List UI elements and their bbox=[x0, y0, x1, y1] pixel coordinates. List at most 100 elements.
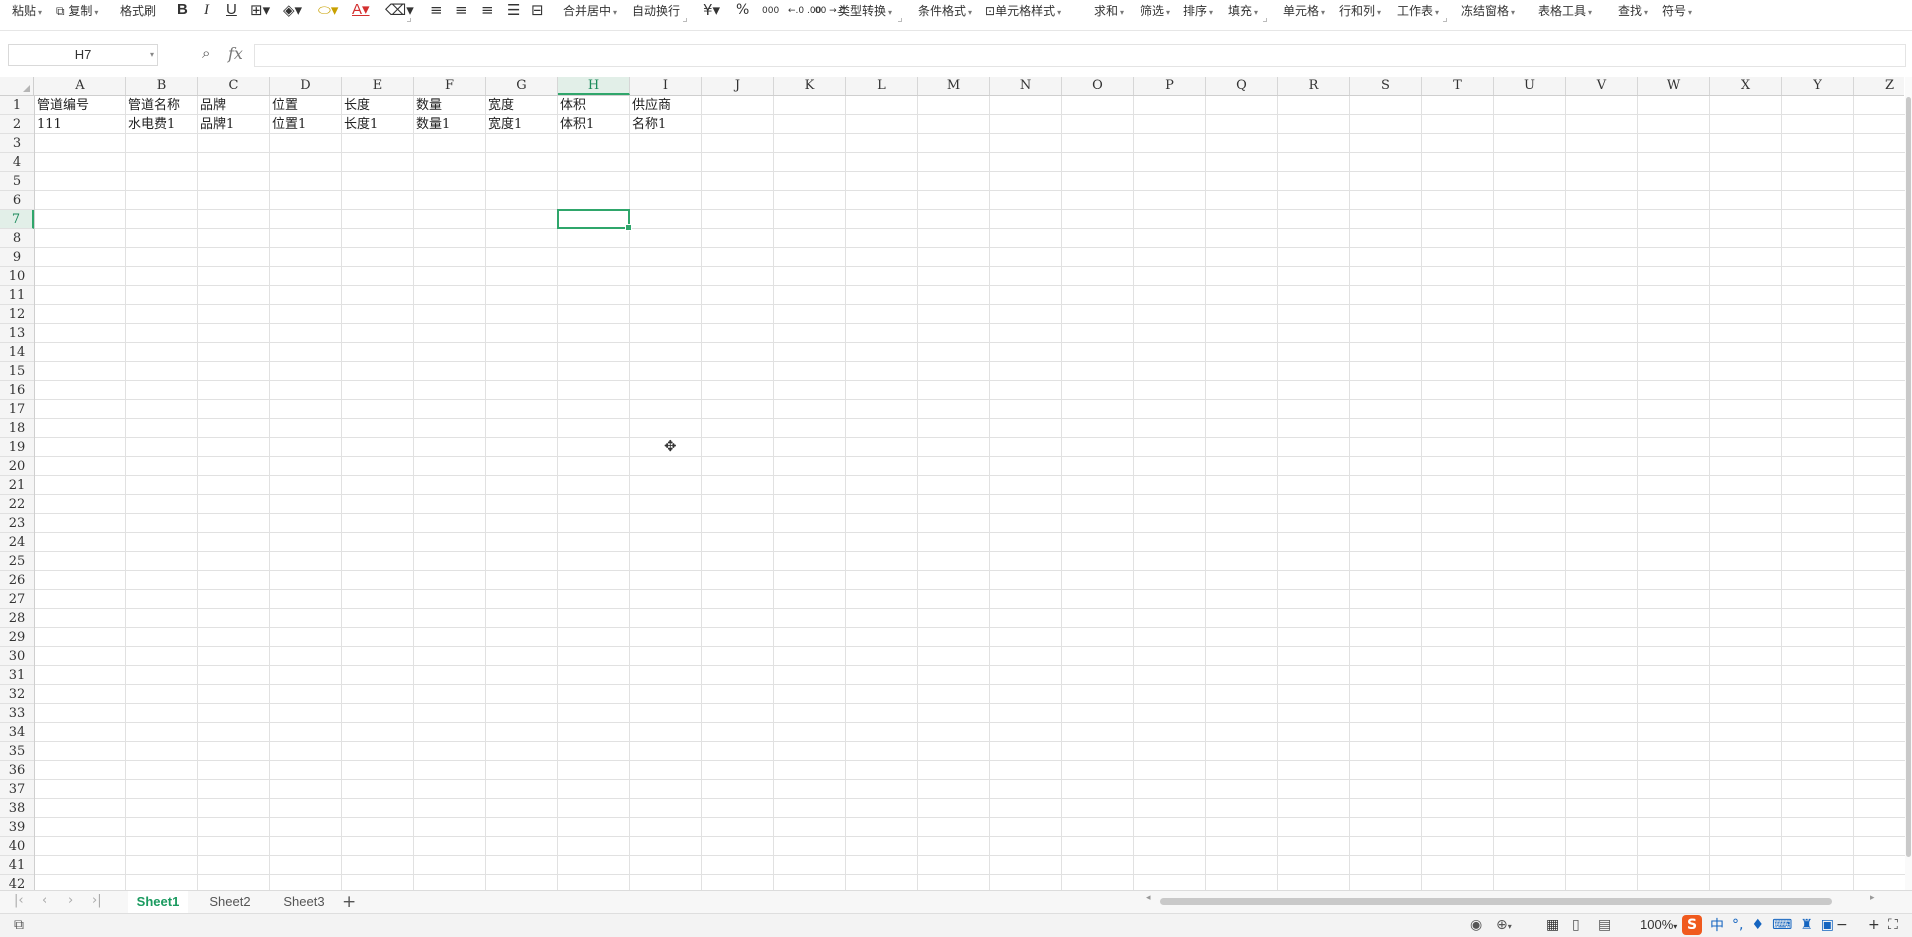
row-header-40[interactable]: 40 bbox=[0, 837, 34, 856]
column-header-g[interactable]: G bbox=[486, 77, 558, 95]
row-header-33[interactable]: 33 bbox=[0, 704, 34, 723]
row-header-28[interactable]: 28 bbox=[0, 609, 34, 628]
column-header-f[interactable]: F bbox=[414, 77, 486, 95]
cell-g2[interactable]: 宽度1 bbox=[486, 115, 557, 134]
row-header-32[interactable]: 32 bbox=[0, 685, 34, 704]
select-all-corner[interactable] bbox=[0, 77, 34, 95]
highlight-icon[interactable]: ⬭▾ bbox=[318, 1, 338, 21]
fill-button[interactable]: 填充 ▾ bbox=[1228, 2, 1258, 22]
cell-i1[interactable]: 供应商 bbox=[630, 96, 701, 115]
cell-b2[interactable]: 水电费1 bbox=[126, 115, 197, 134]
cell-h2[interactable]: 体积1 bbox=[558, 115, 629, 134]
column-header-n[interactable]: N bbox=[990, 77, 1062, 95]
row-header-42[interactable]: 42 bbox=[0, 875, 34, 890]
row-header-2[interactable]: 2 bbox=[0, 115, 34, 134]
row-header-20[interactable]: 20 bbox=[0, 457, 34, 476]
column-header-h[interactable]: H bbox=[558, 77, 630, 95]
row-header-1[interactable]: 1 bbox=[0, 96, 34, 115]
formula-input[interactable] bbox=[254, 44, 1906, 67]
column-header-x[interactable]: X bbox=[1710, 77, 1782, 95]
layout-icon[interactable]: ⊕▾ bbox=[1496, 916, 1512, 936]
cell-c1[interactable]: 品牌 bbox=[198, 96, 269, 115]
column-header-t[interactable]: T bbox=[1422, 77, 1494, 95]
cell-d2[interactable]: 位置1 bbox=[270, 115, 341, 134]
row-header-9[interactable]: 9 bbox=[0, 248, 34, 267]
row-header-37[interactable]: 37 bbox=[0, 780, 34, 799]
row-header-35[interactable]: 35 bbox=[0, 742, 34, 761]
column-header-d[interactable]: D bbox=[270, 77, 342, 95]
row-header-5[interactable]: 5 bbox=[0, 172, 34, 191]
row-header-23[interactable]: 23 bbox=[0, 514, 34, 533]
zoom-out-icon[interactable]: − bbox=[1836, 916, 1848, 934]
ime-logo[interactable]: S bbox=[1682, 915, 1702, 935]
row-header-16[interactable]: 16 bbox=[0, 381, 34, 400]
fill-color-icon[interactable]: ◈▾ bbox=[283, 1, 302, 21]
row-header-15[interactable]: 15 bbox=[0, 362, 34, 381]
copy-button[interactable]: ⧉ 复制 ▾ bbox=[56, 2, 98, 22]
justify-icon[interactable]: ☰ bbox=[507, 1, 520, 21]
active-cell-h7[interactable] bbox=[557, 209, 632, 231]
row-header-25[interactable]: 25 bbox=[0, 552, 34, 571]
column-header-s[interactable]: S bbox=[1350, 77, 1422, 95]
row-header-12[interactable]: 12 bbox=[0, 305, 34, 324]
zoom-in-icon[interactable]: + bbox=[1868, 916, 1880, 934]
row-header-17[interactable]: 17 bbox=[0, 400, 34, 419]
column-header-e[interactable]: E bbox=[342, 77, 414, 95]
percent-button[interactable]: % bbox=[736, 1, 749, 21]
prev-sheet-icon[interactable]: ‹ bbox=[42, 893, 47, 908]
column-header-j[interactable]: J bbox=[702, 77, 774, 95]
merge-center-button[interactable]: 合并居中 ▾ bbox=[563, 2, 617, 22]
sum-button[interactable]: 求和 ▾ bbox=[1094, 2, 1124, 22]
grid-menu-icon[interactable]: ▣ bbox=[1821, 917, 1834, 933]
add-sheet-button[interactable]: + bbox=[342, 891, 356, 913]
column-header-z[interactable]: Z bbox=[1854, 77, 1912, 95]
indent-icon[interactable]: ⊟ bbox=[531, 1, 544, 21]
row-header-3[interactable]: 3 bbox=[0, 134, 34, 153]
row-header-24[interactable]: 24 bbox=[0, 533, 34, 552]
sort-button[interactable]: 排序 ▾ bbox=[1183, 2, 1213, 22]
microphone-icon[interactable]: ♦ bbox=[1751, 917, 1764, 933]
row-header-8[interactable]: 8 bbox=[0, 229, 34, 248]
zoom-icon[interactable]: ⌕ bbox=[202, 44, 210, 62]
align-right-icon[interactable]: ≡ bbox=[481, 1, 494, 21]
currency-button[interactable]: ¥▾ bbox=[703, 1, 720, 21]
row-header-10[interactable]: 10 bbox=[0, 267, 34, 286]
paste-button[interactable]: 粘贴 ▾ bbox=[12, 2, 42, 22]
format-painter-button[interactable]: 格式刷 bbox=[120, 2, 156, 22]
eye-protection-icon[interactable]: ◉ bbox=[1470, 916, 1482, 934]
thousands-button[interactable]: 000 bbox=[762, 2, 779, 22]
row-header-21[interactable]: 21 bbox=[0, 476, 34, 495]
row-header-11[interactable]: 11 bbox=[0, 286, 34, 305]
row-header-18[interactable]: 18 bbox=[0, 419, 34, 438]
font-color-icon[interactable]: A▾ bbox=[352, 1, 370, 21]
last-sheet-icon[interactable]: ›| bbox=[92, 893, 102, 908]
keyboard-icon[interactable]: ⌨ bbox=[1772, 917, 1792, 933]
conditional-format-button[interactable]: 条件格式 ▾ bbox=[918, 2, 972, 22]
cell-a1[interactable]: 管道编号 bbox=[35, 96, 125, 115]
cell-e1[interactable]: 长度 bbox=[342, 96, 413, 115]
row-header-29[interactable]: 29 bbox=[0, 628, 34, 647]
column-header-k[interactable]: K bbox=[774, 77, 846, 95]
row-header-14[interactable]: 14 bbox=[0, 343, 34, 362]
column-header-v[interactable]: V bbox=[1566, 77, 1638, 95]
row-header-6[interactable]: 6 bbox=[0, 191, 34, 210]
fx-icon[interactable]: fx bbox=[228, 44, 243, 63]
ime-mode[interactable]: 中 bbox=[1710, 915, 1724, 935]
table-tools-button[interactable]: 表格工具 ▾ bbox=[1538, 2, 1592, 22]
column-header-y[interactable]: Y bbox=[1782, 77, 1854, 95]
cell-button[interactable]: 单元格 ▾ bbox=[1283, 2, 1325, 22]
row-header-7[interactable]: 7 bbox=[0, 210, 34, 229]
cell-f2[interactable]: 数量1 bbox=[414, 115, 485, 134]
fullscreen-icon[interactable]: ⛶ bbox=[1888, 916, 1898, 934]
find-button[interactable]: 查找 ▾ bbox=[1618, 2, 1648, 22]
row-header-36[interactable]: 36 bbox=[0, 761, 34, 780]
row-header-41[interactable]: 41 bbox=[0, 856, 34, 875]
column-header-q[interactable]: Q bbox=[1206, 77, 1278, 95]
row-header-31[interactable]: 31 bbox=[0, 666, 34, 685]
freeze-panes-button[interactable]: 冻结窗格 ▾ bbox=[1461, 2, 1515, 22]
row-col-button[interactable]: 行和列 ▾ bbox=[1339, 2, 1381, 22]
column-header-p[interactable]: P bbox=[1134, 77, 1206, 95]
column-header-u[interactable]: U bbox=[1494, 77, 1566, 95]
cell-g1[interactable]: 宽度 bbox=[486, 96, 557, 115]
normal-view-icon[interactable]: ▦ bbox=[1546, 916, 1559, 934]
